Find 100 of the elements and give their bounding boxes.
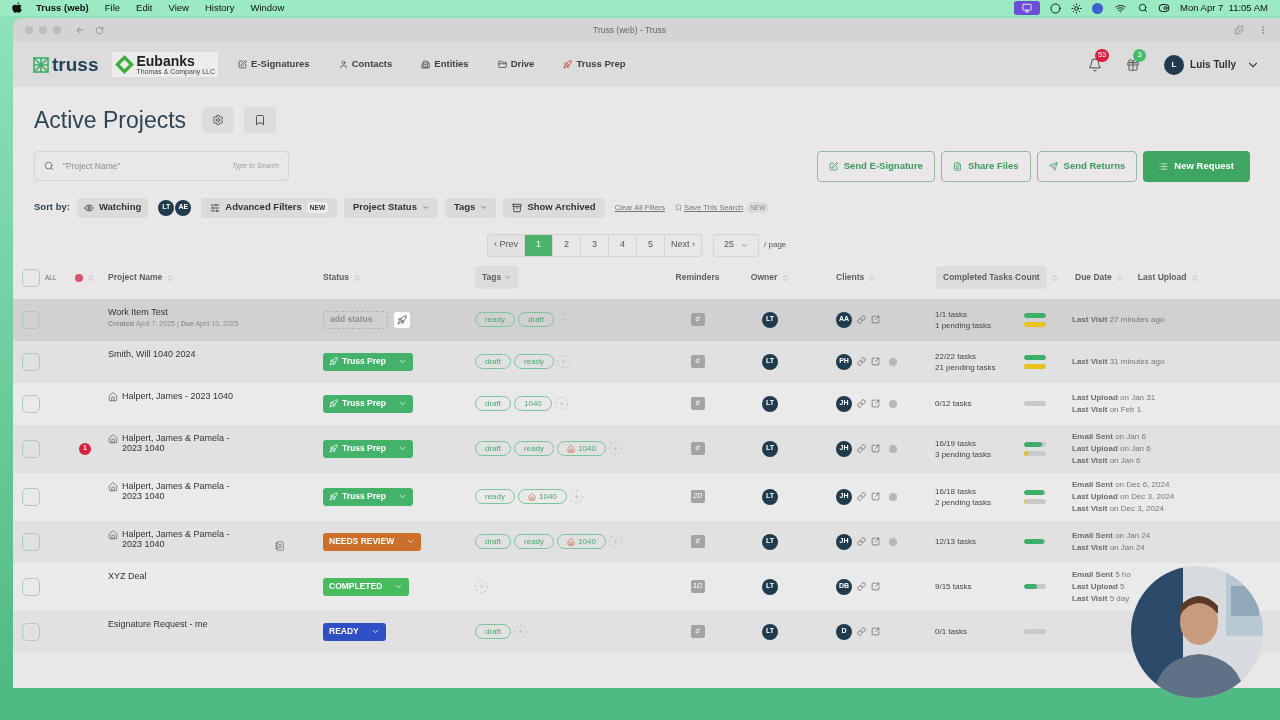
column-header[interactable]: Last Upload — [1137, 271, 1187, 284]
search-icon[interactable] — [1138, 3, 1148, 13]
reload-icon[interactable] — [95, 25, 104, 35]
external-link-icon[interactable] — [871, 537, 880, 546]
link-icon[interactable] — [857, 537, 866, 546]
page-size-select[interactable]: 25 — [713, 233, 760, 257]
status-dropdown[interactable]: NEEDS REVIEW — [323, 532, 422, 551]
menu-clock[interactable]: Mon Apr 7 11:05 AM — [1180, 0, 1268, 16]
back-icon[interactable] — [75, 25, 85, 35]
external-link-icon[interactable] — [871, 357, 880, 366]
link-icon[interactable] — [857, 315, 866, 324]
close-button[interactable] — [25, 26, 33, 34]
link-icon[interactable] — [857, 444, 866, 453]
checkbox[interactable] — [22, 577, 40, 596]
column-header[interactable]: Clients — [836, 271, 865, 284]
checkbox[interactable] — [22, 394, 40, 413]
project-name[interactable]: Halpert, James - 2023 1040 — [122, 390, 234, 401]
gifts-button[interactable] — [1126, 57, 1141, 72]
action-button[interactable]: Send Returns — [1036, 150, 1138, 182]
project-name[interactable]: Esignature Request - me — [108, 618, 208, 629]
checkbox[interactable] — [22, 622, 40, 641]
sort-icon[interactable] — [87, 273, 95, 282]
menu-item[interactable]: View — [168, 0, 189, 16]
checkbox[interactable] — [22, 268, 40, 287]
truss-logo-icon[interactable] — [33, 56, 49, 73]
link-icon[interactable] — [857, 399, 866, 408]
filter-button[interactable]: Project Status — [344, 197, 438, 218]
zoom-button[interactable] — [53, 26, 61, 34]
external-link-icon[interactable] — [871, 444, 880, 453]
nav-link[interactable]: Drive — [497, 57, 535, 72]
diamond-logo-icon[interactable] — [115, 55, 135, 74]
apple-icon[interactable] — [12, 2, 22, 14]
external-link-icon[interactable] — [871, 492, 880, 501]
notebook-icon[interactable] — [275, 540, 285, 551]
sort-icon[interactable] — [1115, 273, 1124, 282]
sort-icon[interactable] — [1050, 273, 1059, 282]
next-page-button[interactable]: Next › — [664, 234, 702, 256]
column-header[interactable]: Tags — [475, 266, 519, 289]
link-icon[interactable] — [857, 627, 866, 636]
nav-link[interactable]: Contacts — [338, 57, 393, 72]
control-center-icon[interactable] — [1158, 2, 1170, 14]
brand-name[interactable]: truss — [52, 55, 99, 74]
status-icon[interactable] — [1092, 2, 1103, 14]
app-name[interactable]: Truss (web) — [36, 0, 89, 16]
checkbox[interactable] — [22, 487, 40, 506]
page-button[interactable]: 2 — [552, 234, 580, 256]
filter-button[interactable]: Tags — [444, 197, 497, 218]
sort-icon[interactable] — [781, 273, 790, 282]
menu-item[interactable]: Window — [250, 0, 285, 16]
project-name[interactable]: Halpert, James & Pamela - 2023 1040 — [122, 480, 250, 501]
sort-icon[interactable] — [1190, 273, 1199, 282]
status-dropdown[interactable]: READY — [323, 622, 386, 641]
column-header[interactable]: Status — [323, 271, 349, 284]
notifications-button[interactable] — [1088, 57, 1103, 72]
checkbox[interactable] — [22, 352, 40, 371]
rocket-button[interactable] — [393, 311, 410, 328]
link-icon[interactable] — [857, 582, 866, 591]
external-link-icon[interactable] — [871, 315, 880, 324]
project-name[interactable]: Halpert, James & Pamela - 2023 1040 — [122, 432, 250, 453]
circle-icon[interactable] — [1050, 2, 1061, 14]
link-icon[interactable] — [857, 357, 866, 366]
sort-icon[interactable] — [868, 273, 877, 282]
column-header[interactable]: Owner — [750, 271, 778, 284]
page-button[interactable]: 5 — [636, 234, 664, 256]
sort-icon[interactable] — [166, 273, 175, 282]
project-name[interactable]: Smith, Will 1040 2024 — [108, 348, 196, 359]
extension-icon[interactable] — [1234, 25, 1244, 35]
nav-link[interactable]: E-Signatures — [238, 57, 310, 72]
action-button[interactable]: New Request — [1143, 150, 1250, 182]
nav-link[interactable]: Truss Prep — [563, 57, 626, 72]
prev-page-button[interactable]: ‹ Prev — [488, 234, 524, 256]
page-button[interactable]: 4 — [608, 234, 636, 256]
sort-icon[interactable] — [353, 273, 361, 282]
link-icon[interactable] — [857, 492, 866, 501]
minimize-button[interactable] — [39, 26, 47, 34]
checkbox[interactable] — [22, 439, 40, 458]
sun-icon[interactable] — [1071, 2, 1082, 14]
column-header[interactable]: Project Name — [108, 271, 163, 284]
page-button[interactable]: 3 — [580, 234, 608, 256]
bookmark-button[interactable] — [244, 107, 277, 134]
column-header[interactable]: Due Date — [1075, 271, 1112, 284]
external-link-icon[interactable] — [871, 582, 880, 591]
filter-button[interactable]: Show Archived — [503, 197, 605, 218]
checkbox[interactable] — [22, 532, 40, 551]
user-name[interactable]: Luis Tully — [1190, 57, 1236, 72]
menu-item[interactable]: History — [204, 0, 235, 16]
menu-item[interactable]: File — [104, 0, 121, 16]
wifi-icon[interactable] — [1115, 2, 1126, 14]
project-name[interactable]: Work Item Test — [108, 306, 236, 317]
project-name[interactable]: XYZ Deal — [108, 570, 147, 581]
menu-item[interactable]: Edit — [136, 0, 153, 16]
external-link-icon[interactable] — [871, 399, 880, 408]
screen-share-icon[interactable] — [1014, 1, 1040, 15]
action-button[interactable]: Share Files — [940, 150, 1031, 182]
settings-button[interactable] — [202, 107, 235, 134]
nav-link[interactable]: Entities — [421, 57, 469, 72]
action-button[interactable]: Send E-Signature — [816, 150, 935, 182]
external-link-icon[interactable] — [871, 627, 880, 636]
column-header[interactable]: Completed Tasks Count — [936, 266, 1047, 289]
checkbox[interactable] — [22, 310, 40, 329]
